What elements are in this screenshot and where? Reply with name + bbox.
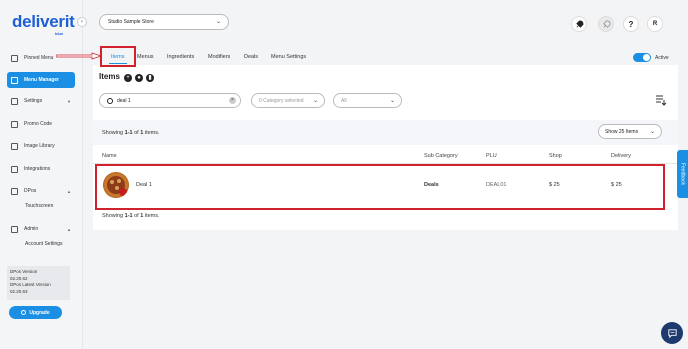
dpos-latest-version-value: 02.20.63 <box>10 288 28 294</box>
store-select-value: Studio Sample Store <box>108 19 154 25</box>
chevron-down-icon: ⌄ <box>312 98 318 104</box>
sidebar-item-admin[interactable]: Admin ▲ <box>7 221 75 237</box>
sidebar-item-image-library[interactable]: Image Library <box>7 138 75 154</box>
chevron-down-icon: ⌄ <box>389 98 395 104</box>
tab-ingredients[interactable]: Ingredients <box>167 54 194 60</box>
column-header-sub-category: Sub Category <box>424 153 458 159</box>
sidebar-item-label: Promo Code <box>24 121 53 127</box>
chevron-up-icon: ▲ <box>67 226 71 232</box>
chevron-down-icon: ▼ <box>67 98 71 104</box>
search-icon <box>107 97 113 104</box>
launch-icon[interactable] <box>598 16 614 32</box>
category-select-placeholder: 0 Category selected <box>259 97 304 104</box>
rocket-icon[interactable] <box>571 16 587 32</box>
add-item-icon[interactable]: + <box>124 74 132 82</box>
sidebar-item-label: Settings <box>24 98 43 104</box>
record-icon[interactable]: ● <box>135 74 143 82</box>
store-select[interactable]: Studio Sample Store ⌄ <box>99 14 229 30</box>
dpos-icon <box>11 187 18 195</box>
brand-logo-sub: blue <box>55 31 64 36</box>
sidebar-item-label: Integrations <box>24 166 51 172</box>
help-icon[interactable]: ? <box>623 16 639 32</box>
search-input[interactable] <box>117 97 217 104</box>
bookmark-icon[interactable]: ▮ <box>146 74 154 82</box>
integrations-icon <box>11 165 18 173</box>
status-filter-value: All <box>341 97 347 104</box>
status-filter-select[interactable]: All ⌄ <box>333 93 402 108</box>
chevron-down-icon: ⌄ <box>649 129 655 135</box>
annotation-arrow <box>56 52 102 60</box>
sidebar-item-label: Image Library <box>24 143 55 149</box>
profile-avatar[interactable]: R <box>647 16 663 32</box>
sidebar-item-dpos[interactable]: DPos ▲ <box>7 183 75 199</box>
brand-logo[interactable]: deliverit <box>12 12 75 32</box>
image-icon <box>11 142 18 150</box>
tab-modifiers[interactable]: Modifiers <box>208 54 230 60</box>
clear-search-icon[interactable]: × <box>229 97 236 104</box>
annotation-highlight-tab <box>100 46 136 67</box>
tab-menu-settings[interactable]: Menu Settings <box>271 54 306 60</box>
sidebar-item-menu-manager[interactable]: Menu Manager <box>7 72 75 88</box>
version-info: DPos Version 02.20.62 DPos Latest Versio… <box>7 266 70 300</box>
sidebar-item-promo-code[interactable]: Promo Code <box>7 116 75 132</box>
column-header-name: Name <box>102 153 117 159</box>
chat-button[interactable] <box>661 322 683 344</box>
showing-count-top: Showing 1-1 of 1 items. <box>102 130 160 136</box>
pin-icon <box>11 54 18 62</box>
chevron-up-icon: ▲ <box>67 188 71 194</box>
tab-menus[interactable]: Menus <box>137 54 154 60</box>
sidebar-item-label: DPos <box>24 188 37 194</box>
feedback-tab[interactable]: Feedback <box>677 150 688 198</box>
upgrade-icon <box>21 310 27 315</box>
column-header-delivery: Delivery <box>611 153 631 159</box>
category-select[interactable]: 0 Category selected ⌄ <box>251 93 325 108</box>
menu-manager-icon <box>11 76 18 84</box>
export-icon[interactable] <box>655 94 667 106</box>
sidebar-subitem-touchscreen[interactable]: Touchscreen <box>25 203 53 209</box>
tab-deals[interactable]: Deals <box>244 54 258 60</box>
active-toggle-label: Active <box>655 55 669 61</box>
page-size-value: Show 25 Items <box>605 128 639 135</box>
sidebar-item-label: Menu Manager <box>24 77 60 83</box>
sidebar-item-label: Pinned Menu <box>24 55 54 61</box>
sidebar-item-integrations[interactable]: Integrations <box>7 161 75 177</box>
showing-count-bottom: Showing 1-1 of 1 items. <box>102 213 160 219</box>
chevron-down-icon: ⌄ <box>215 19 221 25</box>
sidebar-item-settings[interactable]: Settings ▼ <box>7 93 75 109</box>
active-toggle[interactable] <box>633 53 651 62</box>
annotation-highlight-row <box>95 164 665 210</box>
upgrade-button[interactable]: Upgrade <box>9 306 62 319</box>
promo-icon <box>11 120 18 128</box>
upgrade-label: Upgrade <box>29 309 50 316</box>
toggle-knob <box>643 54 650 61</box>
column-header-shop: Shop <box>549 153 562 159</box>
collapse-sidebar-button[interactable]: ‹ <box>77 17 87 27</box>
column-header-plu: PLU <box>486 153 497 159</box>
search-field[interactable]: × <box>99 93 241 108</box>
sidebar-subitem-account-settings[interactable]: Account Settings <box>25 241 63 247</box>
page-title: Items <box>99 72 120 81</box>
table-info-band <box>93 120 678 145</box>
settings-icon <box>11 97 18 105</box>
admin-icon <box>11 225 18 233</box>
chat-icon <box>667 328 677 338</box>
page-size-select[interactable]: Show 25 Items ⌄ <box>598 124 662 139</box>
sidebar-item-label: Admin <box>24 226 39 232</box>
